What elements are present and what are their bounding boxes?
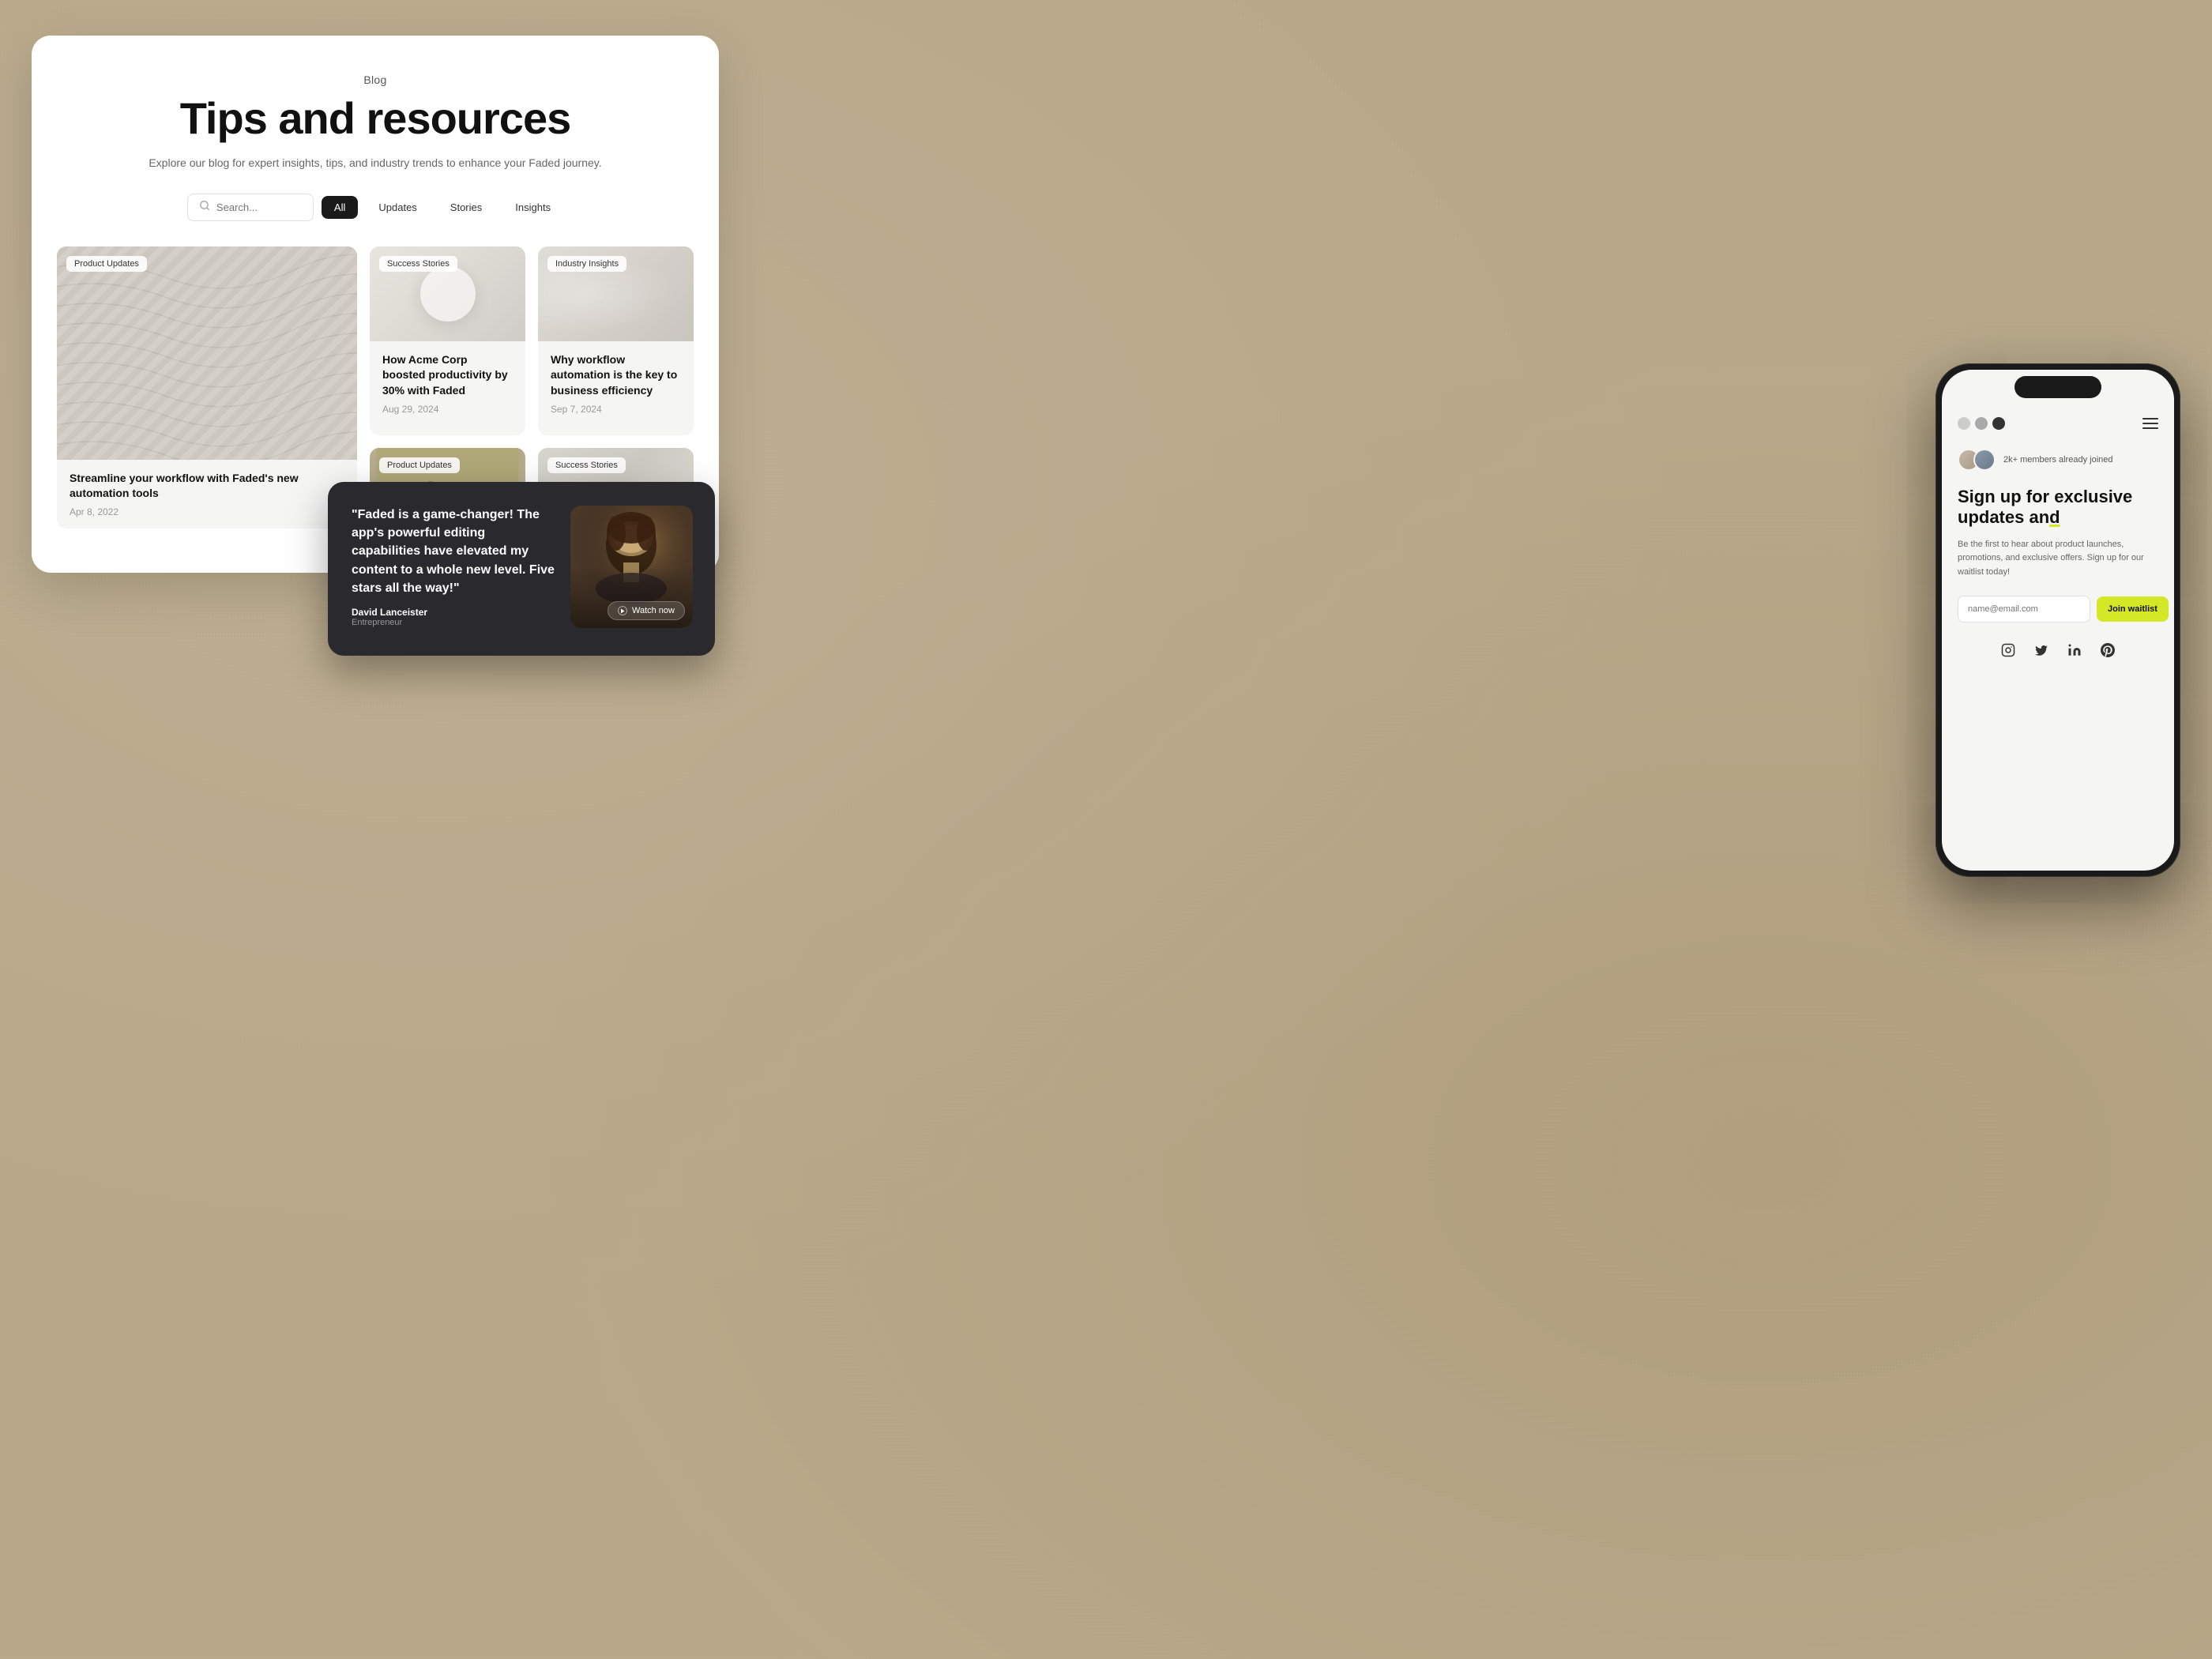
twitter-icon[interactable] [2033, 641, 2050, 659]
testimonial-card: "Faded is a game-changer! The app's powe… [328, 482, 715, 656]
phone-hero-title: Sign up for exclusive updates and [1958, 487, 2158, 529]
blog-subtitle: Explore our blog for expert insights, ti… [70, 155, 681, 171]
linkedin-icon[interactable] [2066, 641, 2083, 659]
instagram-icon[interactable] [1999, 641, 2017, 659]
featured-post-card[interactable]: Product Updates Streamline your workflow… [57, 246, 357, 529]
phone-nav-dots [1958, 417, 2005, 430]
social-icons-row [1958, 641, 2158, 659]
phone-notch [2014, 376, 2101, 398]
nav-dot-1 [1958, 417, 1970, 430]
join-waitlist-button[interactable]: Join waitlist [2097, 596, 2169, 622]
testimonial-author-title: Entrepreneur [352, 618, 555, 627]
post-card-2[interactable]: Success Stories How Acme Corp boosted pr… [370, 246, 525, 435]
post-3-title: Why workflow automation is the key to bu… [551, 352, 681, 399]
post-3-tag: Industry Insights [547, 256, 626, 272]
search-box[interactable] [187, 194, 314, 221]
watch-now-label: Watch now [632, 606, 675, 615]
post-5-tag: Success Stories [547, 457, 626, 473]
post-3-date: Sep 7, 2024 [551, 404, 681, 415]
member-avatars [1958, 449, 1996, 471]
search-icon [199, 200, 210, 215]
testimonial-text-area: "Faded is a game-changer! The app's powe… [352, 506, 555, 637]
email-signup-row: Join waitlist [1958, 596, 2158, 623]
post-card-3[interactable]: Industry Insights Why workflow automatio… [538, 246, 694, 435]
post-2-date: Aug 29, 2024 [382, 404, 513, 415]
featured-post-date: Apr 8, 2022 [70, 506, 344, 517]
hamburger-line-3 [2142, 427, 2158, 429]
hamburger-line-1 [2142, 418, 2158, 419]
featured-post-title: Streamline your workflow with Faded's ne… [70, 471, 344, 502]
filter-all-button[interactable]: All [322, 196, 358, 219]
featured-post-tag: Product Updates [66, 256, 147, 272]
post-4-tag: Product Updates [379, 457, 460, 473]
featured-post-image [57, 246, 357, 460]
phone-mockup: 2k+ members already joined Sign up for e… [1936, 363, 2180, 877]
play-icon [618, 606, 627, 615]
post-2-title: How Acme Corp boosted productivity by 30… [382, 352, 513, 399]
testimonial-quote: "Faded is a game-changer! The app's powe… [352, 506, 555, 597]
nav-dot-3 [1992, 417, 2005, 430]
phone-nav [1958, 417, 2158, 430]
phone-hero-title-text: Sign up for exclusive updates an [1958, 487, 2132, 527]
member-avatar-2 [1973, 449, 1996, 471]
filter-insights-button[interactable]: Insights [502, 196, 563, 219]
blog-section-label: Blog [70, 73, 681, 86]
post-2-tag: Success Stories [379, 256, 457, 272]
filter-stories-button[interactable]: Stories [438, 196, 495, 219]
pinterest-icon[interactable] [2099, 641, 2116, 659]
testimonial-video-thumbnail[interactable]: Watch now [570, 506, 693, 628]
nav-dot-2 [1975, 417, 1988, 430]
filter-updates-button[interactable]: Updates [366, 196, 429, 219]
testimonial-author-name: David Lanceister [352, 607, 555, 618]
blog-title: Tips and resources [70, 96, 681, 142]
hamburger-menu-icon[interactable] [2142, 418, 2158, 429]
members-count-text: 2k+ members already joined [2003, 455, 2113, 465]
phone-hero-title-highlight: d [2049, 507, 2060, 527]
search-input[interactable] [216, 201, 302, 213]
search-filter-row: All Updates Stories Insights [70, 194, 681, 221]
members-row: 2k+ members already joined [1958, 449, 2158, 471]
hamburger-line-2 [2142, 423, 2158, 424]
email-input[interactable] [1958, 596, 2090, 623]
watch-now-button[interactable]: Watch now [608, 601, 685, 620]
phone-hero-description: Be the first to hear about product launc… [1958, 538, 2158, 580]
phone-screen: 2k+ members already joined Sign up for e… [1942, 370, 2174, 871]
